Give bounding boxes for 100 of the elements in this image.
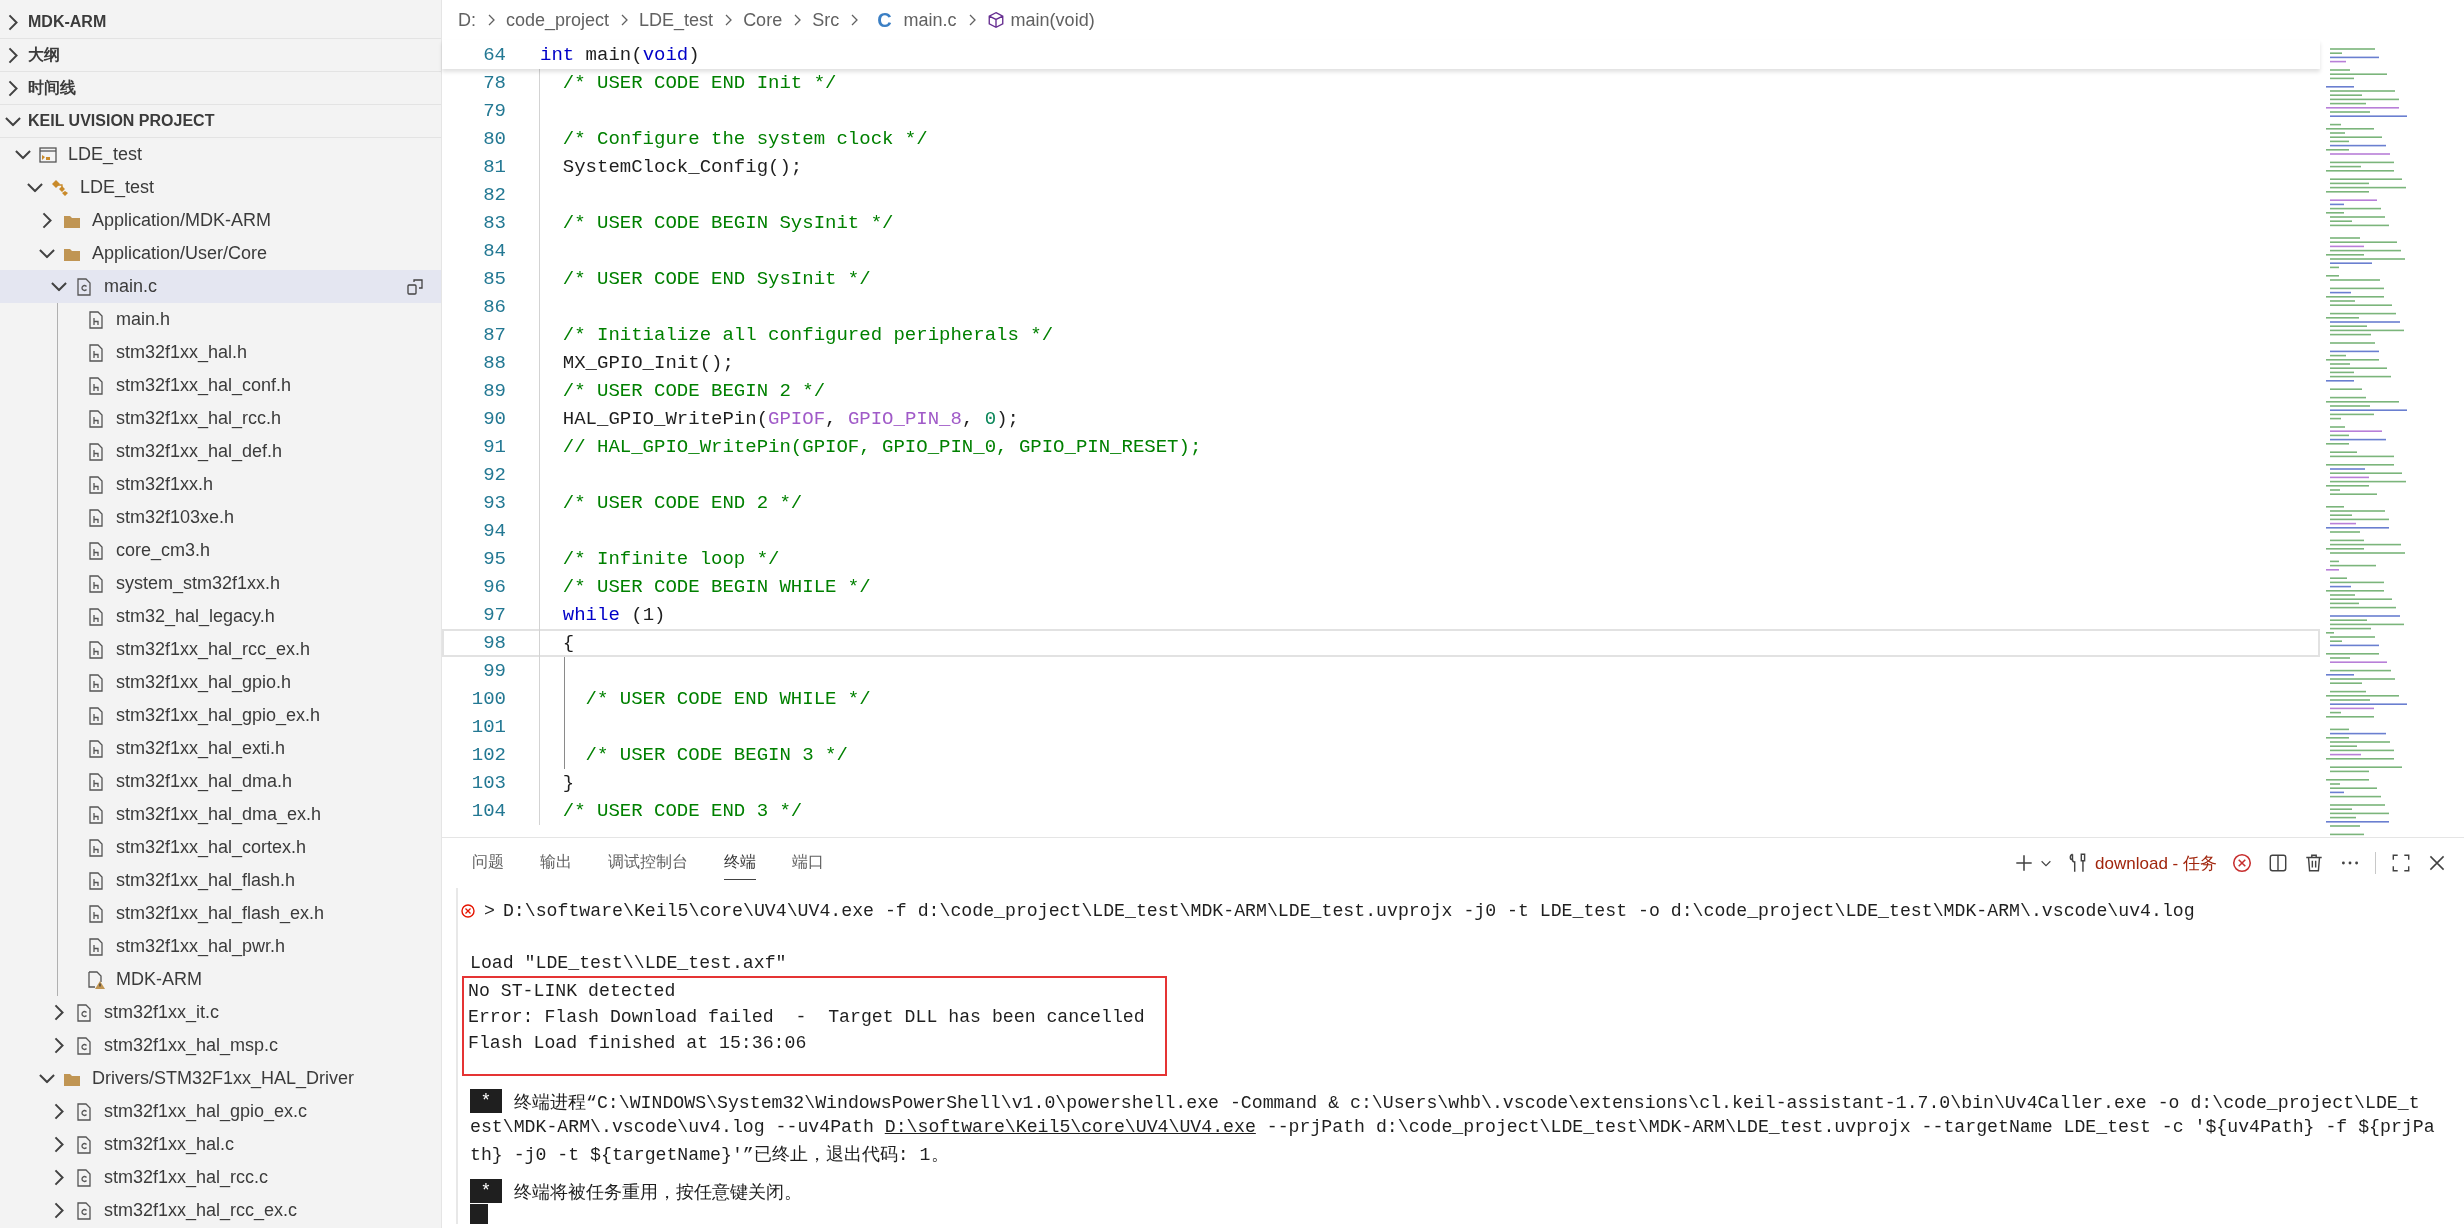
c-file-icon [74, 1167, 94, 1188]
h-file-icon [86, 705, 106, 726]
h-file-icon [86, 309, 106, 330]
line-number: 97 [482, 604, 507, 626]
tree-item[interactable]: Application/MDK-ARM [0, 204, 441, 237]
tree-item[interactable]: main.c [0, 270, 441, 303]
h-file-icon [86, 738, 106, 759]
h-file-icon [86, 804, 106, 825]
tree-item[interactable]: stm32f1xx_hal_pwr.h [0, 930, 441, 963]
h-file-icon [86, 903, 106, 924]
chevron-icon [8, 46, 18, 64]
breadcrumb-item[interactable]: Core [743, 9, 783, 31]
tree-item[interactable]: stm32f1xx_hal_rcc.h [0, 402, 441, 435]
tree-item[interactable]: MDK-ARM [0, 963, 441, 996]
h-file-icon [86, 375, 106, 396]
tree-item[interactable]: Application/User/Core [0, 237, 441, 270]
section-header[interactable]: MDK-ARM [0, 6, 441, 39]
breadcrumb-item[interactable]: LDE_test [639, 9, 714, 31]
tree-item[interactable]: stm32f1xx.h [0, 468, 441, 501]
c-file-icon [74, 1035, 94, 1056]
maximize-icon[interactable] [2390, 852, 2412, 874]
tree-item[interactable]: stm32f1xx_hal.h [0, 336, 441, 369]
task-badge: * [470, 1179, 502, 1203]
tree-item[interactable]: stm32f1xx_hal_exti.h [0, 732, 441, 765]
h-file-icon [86, 771, 106, 792]
code-line: int main(void) [540, 43, 700, 66]
terminal-line: No ST-LINK detected [468, 981, 676, 1001]
terminal-line: est\MDK-ARM\.vscode\uv4.log --uv4Path [470, 1117, 875, 1137]
panel-tab[interactable]: 端口 [792, 846, 824, 880]
tree-item[interactable]: core_cm3.h [0, 534, 441, 567]
code-line: /* USER CODE END 2 */ [561, 492, 803, 514]
tree-item[interactable]: stm32f1xx_hal_dma_ex.h [0, 798, 441, 831]
section-header[interactable]: 时间线 [0, 72, 441, 105]
path-link[interactable]: D:\software\Keil5\core\UV4\UV4.exe [884, 1117, 1256, 1137]
code-line: /* USER CODE BEGIN WHILE */ [561, 576, 871, 598]
code-line: /* USER CODE END SysInit */ [561, 268, 871, 290]
terminal-line: Load "LDE_test\\LDE_test.axf" [470, 953, 787, 973]
breadcrumb-item[interactable]: Src [812, 9, 840, 31]
tree-item[interactable]: stm32f1xx_hal_rcc_ex.c [0, 1194, 441, 1227]
tree-item[interactable]: stm32f1xx_hal_rcc.c [0, 1161, 441, 1194]
line-number: 104 [470, 800, 507, 822]
chevron-icon [8, 13, 18, 31]
panel-tab[interactable]: 问题 [472, 846, 504, 880]
h-file-icon [86, 936, 106, 957]
panel-tab[interactable]: 终端 [724, 846, 756, 880]
panel-tab[interactable]: 调试控制台 [608, 846, 688, 880]
tree-item[interactable]: stm32f1xx_it.c [0, 996, 441, 1029]
tree-item[interactable]: main.h [0, 303, 441, 336]
tree-item[interactable]: stm32f1xx_hal_rcc_ex.h [0, 633, 441, 666]
section-header[interactable]: KEIL UVISION PROJECT [0, 105, 441, 138]
breadcrumb-item[interactable]: D: [458, 9, 476, 31]
breadcrumb-item[interactable]: main(void) [1010, 9, 1095, 31]
tree-item[interactable]: stm32f1xx_hal_gpio_ex.h [0, 699, 441, 732]
terminal-line: Error: Flash Download failed - Target DLL has been cancelled [468, 1007, 1145, 1027]
line-number: 102 [470, 744, 507, 766]
tree-item[interactable]: stm32f1xx_hal_def.h [0, 435, 441, 468]
tree-item[interactable]: stm32f1xx_hal_gpio_ex.c [0, 1095, 441, 1128]
line-number: 95 [482, 548, 507, 570]
tree-item[interactable]: stm32f1xx_hal_flash_ex.h [0, 897, 441, 930]
line-number: 91 [482, 436, 507, 458]
trash-icon[interactable] [2303, 852, 2325, 874]
tree-item[interactable]: stm32f1xx_hal_cortex.h [0, 831, 441, 864]
split-icon[interactable] [2267, 852, 2289, 874]
c-file-icon [74, 1002, 94, 1023]
tree-item[interactable]: stm32f1xx_hal_gpio.h [0, 666, 441, 699]
c-file-icon [74, 1134, 94, 1155]
breadcrumb-item[interactable]: main.c [903, 9, 957, 31]
open-file-icon[interactable] [405, 276, 425, 297]
h-file-icon [86, 474, 106, 495]
line-number: 85 [482, 268, 507, 290]
code-line: SystemClock_Config(); [561, 156, 803, 178]
h-file-icon [86, 342, 106, 363]
code-line: /* USER CODE BEGIN 2 */ [561, 380, 826, 402]
line-number: 64 [482, 43, 507, 66]
tree-item[interactable]: stm32f1xx_hal_flash.h [0, 864, 441, 897]
h-file-icon [86, 408, 106, 429]
tree-item[interactable]: LDE_test [0, 138, 441, 171]
c-file-icon [74, 1200, 94, 1221]
prompt: > [484, 901, 495, 921]
section-header[interactable]: 大纲 [0, 39, 441, 72]
code-line: /* USER CODE BEGIN SysInit */ [561, 212, 894, 234]
tree-item[interactable]: Drivers/STM32F1xx_HAL_Driver [0, 1062, 441, 1095]
line-number: 93 [482, 492, 507, 514]
code-line: /* Configure the system clock */ [561, 128, 928, 150]
tree-item[interactable]: stm32f1xx_hal_dma.h [0, 765, 441, 798]
task-label[interactable]: download - 任务 [2095, 851, 2217, 875]
tree-item[interactable]: system_stm32f1xx.h [0, 567, 441, 600]
tree-item[interactable]: stm32f103xe.h [0, 501, 441, 534]
c-file-icon [74, 1101, 94, 1122]
line-number: 101 [470, 716, 507, 738]
tree-item[interactable]: stm32_hal_legacy.h [0, 600, 441, 633]
tree-item[interactable]: stm32f1xx_hal_conf.h [0, 369, 441, 402]
h-file-icon [86, 540, 106, 561]
breadcrumb-item[interactable]: code_project [506, 9, 610, 31]
tree-item[interactable]: LDE_test [0, 171, 441, 204]
tree-item[interactable]: stm32f1xx_hal.c [0, 1128, 441, 1161]
tree-item[interactable]: stm32f1xx_hal_msp.c [0, 1029, 441, 1062]
code-line: /* USER CODE BEGIN 3 */ [584, 744, 848, 766]
panel-tab[interactable]: 输出 [540, 846, 572, 880]
c-file-icon [74, 276, 94, 297]
